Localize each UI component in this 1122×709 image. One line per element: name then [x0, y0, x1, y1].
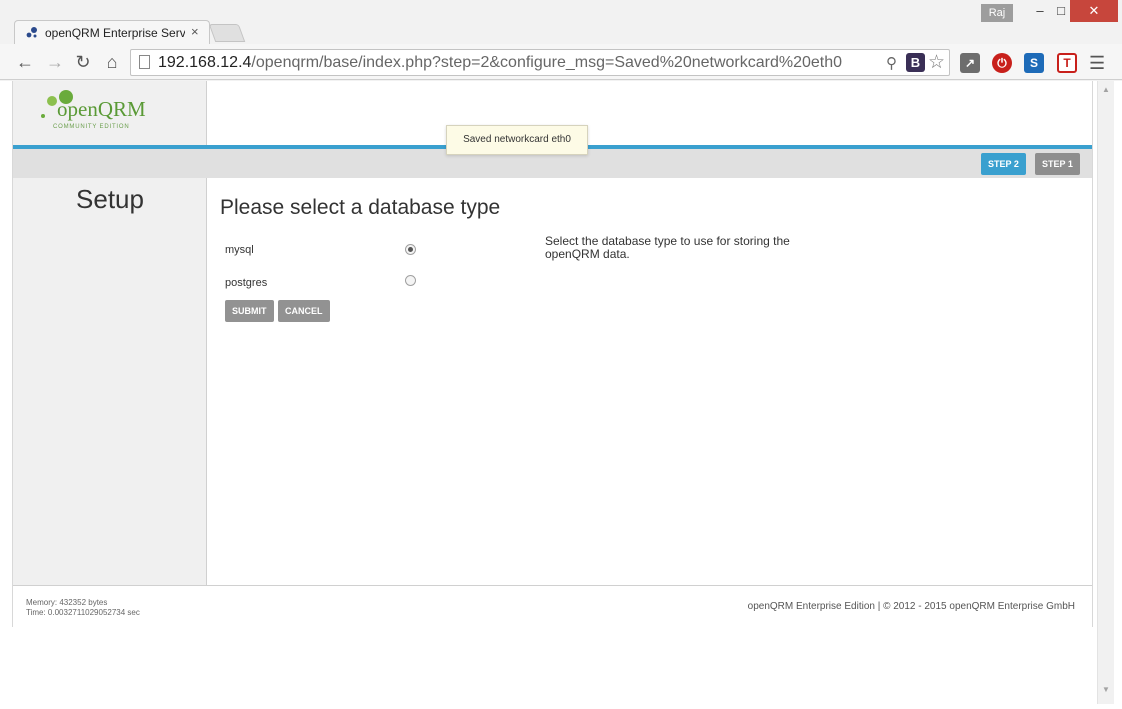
tab-title: openQRM Enterprise Serv [45, 26, 185, 40]
step-1-button[interactable]: STEP 1 [1035, 153, 1080, 175]
s-extension-icon[interactable]: S [1024, 53, 1044, 73]
browser-titlebar: openQRM Enterprise Serv × Raj – □ ✕ [0, 0, 1122, 44]
window-close-icon[interactable]: ✕ [1070, 0, 1118, 22]
sidebar: Setup [13, 178, 207, 585]
bookmark-star-icon[interactable]: ☆ [928, 51, 945, 74]
option-label-postgres: postgres [225, 277, 268, 289]
browser-toolbar: ← → ↻ ⌂ 192.168.12.4/openqrm/base/index.… [0, 44, 1122, 80]
help-text: Select the database type to use for stor… [545, 234, 790, 261]
radio-postgres[interactable] [405, 275, 416, 286]
page-icon [139, 55, 150, 69]
profile-badge[interactable]: Raj [981, 4, 1013, 22]
bootstrap-extension-icon[interactable]: B [906, 53, 925, 72]
openqrm-favicon-icon [25, 26, 39, 40]
memory-usage: Memory: 432352 bytes [26, 598, 108, 607]
sidebar-title: Setup [76, 184, 144, 214]
main-content: Please select a database type mysql post… [208, 178, 1092, 585]
step-2-button[interactable]: STEP 2 [981, 153, 1026, 175]
openqrm-app: openQRM COMMUNITY EDITION Saved networkc… [12, 81, 1093, 627]
footer-stats: Memory: 432352 bytes Time: 0.00327110290… [26, 598, 140, 618]
t-extension-icon[interactable]: T [1057, 53, 1077, 73]
browser-tab[interactable]: openQRM Enterprise Serv × [14, 20, 210, 44]
vertical-scrollbar[interactable]: ▲ ▼ [1097, 81, 1114, 704]
menu-icon[interactable]: ☰ [1089, 53, 1105, 74]
notification-toast: Saved networkcard eth0 [446, 125, 588, 155]
logo-area: openQRM COMMUNITY EDITION [13, 81, 207, 145]
logo-name: openQRM [57, 97, 146, 121]
radio-mysql[interactable] [405, 244, 416, 255]
radio-selected-dot [408, 247, 413, 252]
render-time: Time: 0.0032711029052734 sec [26, 608, 140, 617]
home-icon[interactable]: ⌂ [101, 51, 123, 73]
footer: Memory: 432352 bytes Time: 0.00327110290… [13, 585, 1092, 627]
scroll-up-icon[interactable]: ▲ [1102, 85, 1110, 94]
forward-arrow-icon[interactable]: → [44, 51, 66, 73]
copyright: openQRM Enterprise Edition | © 2012 - 20… [747, 601, 1075, 612]
tab-close-icon[interactable]: × [191, 24, 199, 39]
page-viewport: openQRM COMMUNITY EDITION Saved networkc… [0, 81, 1122, 709]
url-text[interactable]: 192.168.12.4/openqrm/base/index.php?step… [158, 54, 842, 72]
chart-extension-icon[interactable]: ↗ [960, 53, 980, 73]
zoom-icon[interactable]: ⚲ [886, 54, 902, 72]
address-bar[interactable]: 192.168.12.4/openqrm/base/index.php?step… [130, 49, 950, 76]
new-tab-button[interactable] [208, 24, 246, 42]
stop-extension-icon[interactable]: ⏻ [992, 53, 1012, 73]
reload-icon[interactable]: ↻ [72, 51, 94, 73]
page-title: Please select a database type [220, 196, 501, 219]
logo-edition: COMMUNITY EDITION [53, 124, 130, 130]
back-arrow-icon[interactable]: ← [14, 51, 36, 73]
cancel-button[interactable]: CANCEL [278, 300, 330, 322]
scroll-down-icon[interactable]: ▼ [1102, 685, 1110, 694]
option-label-mysql: mysql [225, 244, 254, 256]
submit-button[interactable]: SUBMIT [225, 300, 274, 322]
